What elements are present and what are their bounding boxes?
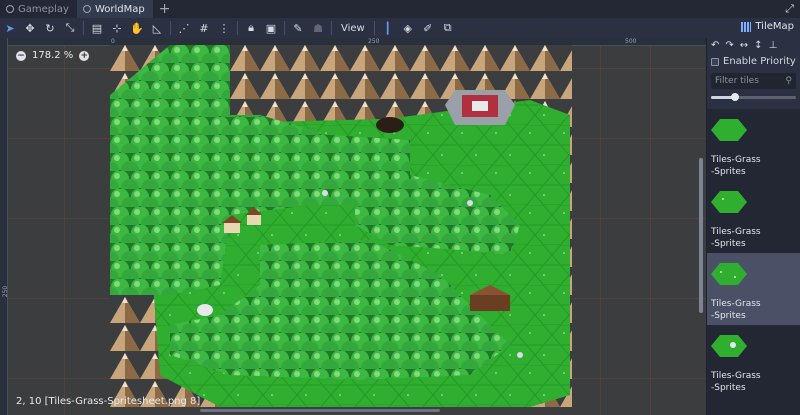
pivot-icon[interactable]: ⊹ [107,18,127,38]
tile-item[interactable]: Tiles-Grass-Sprites [707,109,800,181]
ruler-label: 500 [625,38,637,45]
zoom-level[interactable]: 178.2 % [32,50,73,61]
editor-toolbar: ➤ ✥ ↻ ⤡ ▤ ⊹ ✋ ◺ ⋰ # ⋮ 🔒︎ ▣ ✎ ☗ View ┃ ◈ … [0,18,800,38]
toolbar-divider [170,21,171,35]
move-icon[interactable]: ✥ [20,18,40,38]
bone-icon[interactable]: ✎ [288,18,308,38]
grass-tile-thumbnail [711,191,747,213]
hand-icon[interactable]: ✐ [418,18,438,38]
toolbar-divider [331,21,332,35]
ruler-icon[interactable]: ◺ [147,18,167,38]
toolbar-divider [373,21,375,35]
tile-item[interactable]: Tiles-Grass-Sprites [707,325,800,397]
toolbar-divider [284,21,285,35]
enable-priority-label: Enable Priority [723,56,796,67]
castle-sprite [445,90,515,125]
ruler-vertical[interactable]: 250 [0,38,10,415]
select-icon[interactable]: ➤ [0,18,20,38]
rotate-right-icon[interactable]: ↷ [725,40,733,51]
copy-icon[interactable]: ⧉ [438,18,458,38]
tile-label: Tiles-Grass-Sprites [711,227,761,249]
checkbox[interactable] [711,57,719,66]
panel-toolbar: ↶ ↷ ↔ ↕ ⊥ [707,38,800,52]
vertical-scrollbar[interactable] [699,158,703,313]
flip-vertical-icon[interactable]: ↕ [754,40,762,51]
grid-line [600,46,601,415]
tilemap-label: TileMap [741,21,794,32]
tilemap-icon [741,21,752,32]
tile-label: Tiles-Grass-Sprites [711,299,761,321]
tile-item-selected[interactable]: Tiles-Grass-Sprites [707,253,800,325]
tab-gameplay[interactable]: Gameplay [0,0,77,18]
grid-snap-icon[interactable]: # [194,18,214,38]
tile-list[interactable]: Tiles-Grass-Sprites Tiles-Grass-Sprites … [707,109,800,415]
grass-tile-thumbnail [711,263,747,285]
rotate-icon[interactable]: ↻ [40,18,60,38]
scene-icon [6,5,14,13]
toolbar-divider [237,21,238,35]
zoom-in-button[interactable]: + [79,50,90,61]
rotate-left-icon[interactable]: ↶ [711,40,719,51]
fullscreen-icon[interactable]: ⤢ [785,2,794,16]
tab-label: Gameplay [18,3,69,15]
tilemap-text: TileMap [755,21,794,32]
fill-icon[interactable]: ◈ [398,18,418,38]
ruler-label: 250 [368,38,380,45]
clear-transform-icon[interactable]: ⊥ [769,40,778,51]
zoom-out-button[interactable]: − [16,50,26,61]
more-icon[interactable]: ⋮ [214,18,234,38]
group-icon[interactable]: ▣ [261,18,281,38]
enable-priority-toggle[interactable]: Enable Priority [707,52,800,71]
toolbar-divider [83,21,84,35]
tile-zoom-slider[interactable] [711,93,796,101]
grid-line [64,46,65,415]
tile-label: Tiles-Grass-Sprites [711,371,761,393]
grid-line [650,46,651,415]
skeleton-icon[interactable]: ☗ [308,18,328,38]
tile-item[interactable]: Tiles-Grass-Sprites [707,181,800,253]
filter-tiles-input[interactable]: Filter tiles ⚲ [711,73,796,89]
ruler-label: 0 [111,38,115,45]
scene-tabs: Gameplay WorldMap + ⤢ [0,0,800,18]
slider-knob[interactable] [731,93,739,101]
scene-icon [82,5,91,13]
zoom-controls: − 178.2 % + [16,50,90,61]
horizontal-scrollbar[interactable] [200,409,440,412]
canvas-viewport[interactable]: 0 250 500 250 − 178.2 % + 2, 10 [Tiles-G… [0,38,706,415]
smart-snap-icon[interactable]: ⋰ [174,18,194,38]
filter-placeholder: Filter tiles [715,76,759,86]
tab-worldmap[interactable]: WorldMap [76,0,153,18]
tile-label: Tiles-Grass-Sprites [711,155,761,177]
status-text: 2, 10 [Tiles-Grass-Spritesheet.png 8] [16,396,201,407]
tile-icon[interactable]: ┃ [378,18,398,38]
flip-horizontal-icon[interactable]: ↔ [740,40,748,51]
view-menu[interactable]: View [335,23,371,34]
grass-rock-tile-thumbnail [711,335,747,357]
list-icon[interactable]: ▤ [87,18,107,38]
search-icon: ⚲ [785,76,792,86]
world-map-tilemap[interactable] [110,45,572,407]
tab-label: WorldMap [94,3,145,15]
pan-icon[interactable]: ✋ [127,18,147,38]
tilemap-panel: ↶ ↷ ↔ ↕ ⊥ Enable Priority Filter tiles ⚲… [706,38,800,415]
scale-icon[interactable]: ⤡ [60,18,80,38]
add-tab-icon[interactable]: + [153,1,177,17]
lock-icon[interactable]: 🔒︎ [241,18,261,38]
grass-tile-thumbnail [711,119,747,141]
ruler-label: 250 [2,285,10,298]
